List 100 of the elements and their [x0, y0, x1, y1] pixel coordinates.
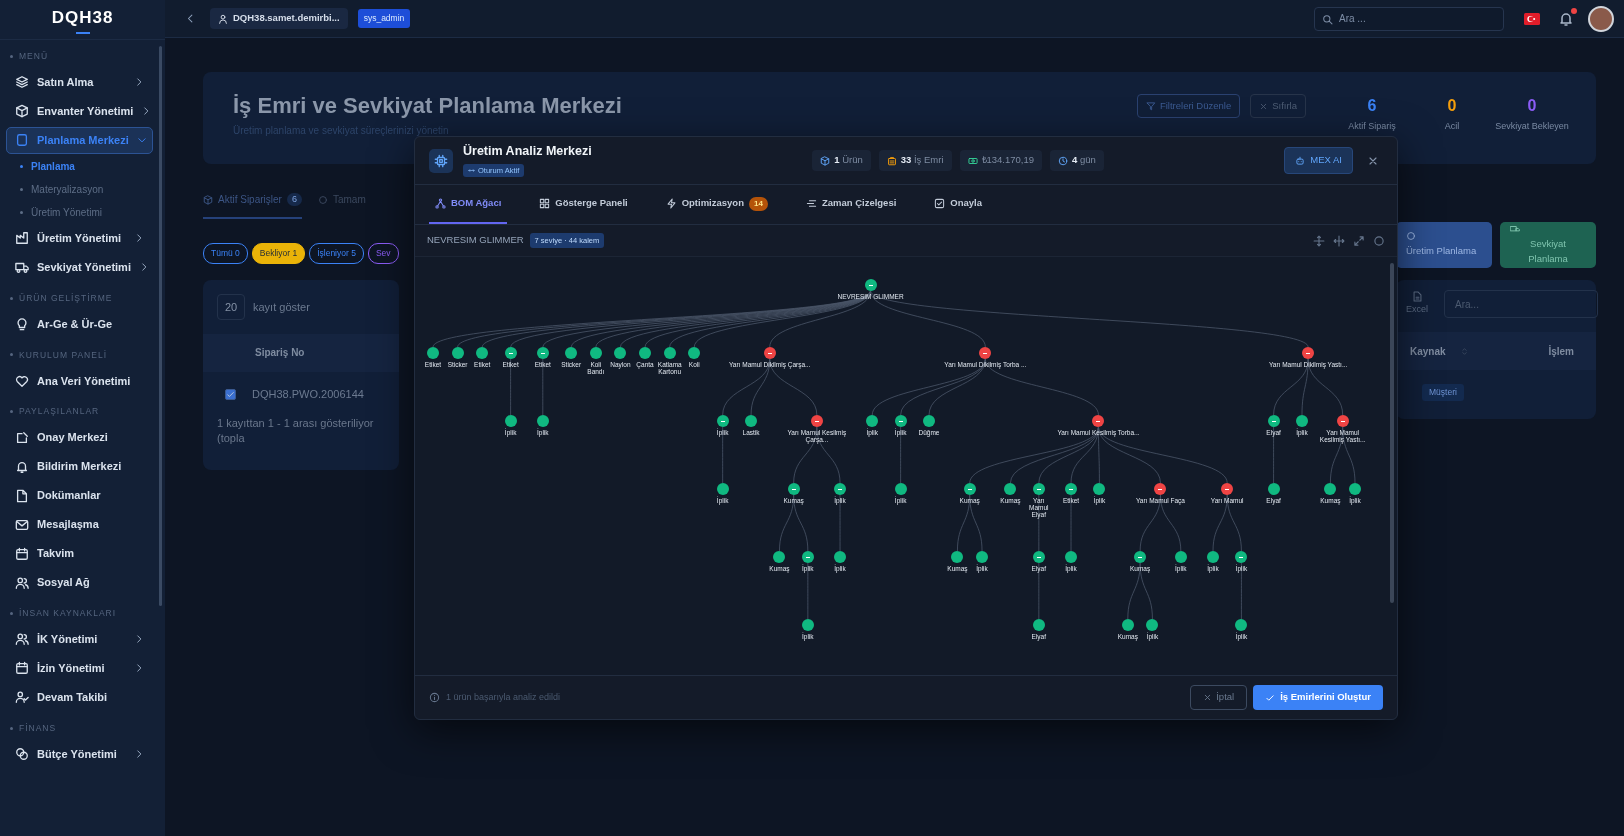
sidebar-item[interactable]: İK Yönetimi — [6, 625, 153, 653]
tree-node[interactable] — [1065, 483, 1077, 495]
sidebar-item[interactable]: Mesajlaşma — [6, 511, 153, 538]
edit-icon — [15, 430, 29, 445]
tree-node[interactable] — [589, 347, 602, 359]
tree-node[interactable] — [536, 415, 549, 427]
tree-node[interactable] — [979, 347, 992, 359]
layers-icon — [15, 75, 29, 90]
tree-node[interactable] — [1134, 551, 1147, 563]
search-field[interactable]: Ara... — [1444, 290, 1598, 318]
tree-node[interactable] — [427, 347, 439, 359]
tab[interactable]: Optimizasyon 14 — [659, 185, 774, 224]
tree-node[interactable] — [810, 415, 823, 427]
action-button[interactable]: Üretim Planlama — [1396, 222, 1492, 268]
tree-node[interactable] — [1093, 483, 1106, 495]
tree-node[interactable] — [1324, 483, 1337, 495]
tree-node[interactable] — [451, 347, 464, 359]
tree-node[interactable] — [1336, 415, 1349, 427]
create-button[interactable]: İş Emirlerini Oluştur — [1253, 685, 1383, 710]
coins-icon — [15, 747, 29, 761]
tree-node[interactable] — [1302, 347, 1315, 359]
tree-node[interactable] — [565, 347, 578, 359]
cancel-button[interactable]: İptal — [1190, 685, 1248, 710]
tree-node[interactable] — [951, 551, 964, 563]
sidebar-item[interactable]: Takvim — [6, 540, 153, 567]
flag-icon[interactable] — [1524, 12, 1540, 25]
tree-node[interactable] — [716, 483, 729, 495]
tree-node[interactable] — [1004, 483, 1017, 495]
tree-node[interactable] — [1032, 483, 1045, 495]
tree-node[interactable] — [834, 483, 847, 495]
sidebar-item[interactable]: İzin Yönetimi — [6, 654, 153, 682]
tab[interactable]: Zaman Çizelgesi — [799, 185, 903, 224]
sidebar-item[interactable]: Satın Alma — [6, 68, 153, 96]
tree-node[interactable] — [1296, 415, 1308, 427]
tree-node[interactable] — [1235, 551, 1248, 563]
count-badge: 14 — [748, 196, 768, 211]
tree-node[interactable] — [716, 415, 729, 427]
sidebar-item[interactable]: Envanter Yönetimi — [6, 97, 153, 125]
tree-node[interactable] — [1065, 551, 1077, 563]
sidebar-item[interactable]: Bütçe Yönetimi — [6, 740, 153, 768]
sidebar-item[interactable]: Üretim Yönetimi — [6, 224, 153, 252]
tab[interactable]: BOM Ağacı — [429, 185, 508, 224]
action-button[interactable]: Sevkiyat Planlama — [1500, 222, 1596, 268]
checkbox[interactable] — [225, 388, 236, 400]
filter-chip[interactable]: İşleniyor 5 — [309, 243, 364, 264]
tree-node[interactable] — [773, 551, 786, 563]
sidebar-item[interactable]: Onay Merkezi — [6, 424, 153, 451]
tree-node[interactable] — [763, 347, 776, 359]
tree-node[interactable] — [1092, 415, 1105, 427]
tree-node[interactable] — [963, 483, 976, 495]
search-field[interactable]: Ara ... — [1314, 6, 1504, 31]
avatar[interactable] — [1588, 5, 1614, 32]
tree-node[interactable] — [976, 551, 989, 563]
sidebar-item[interactable]: Sosyal Ağ — [6, 569, 153, 596]
filter-chip[interactable]: Sev — [367, 243, 399, 264]
ai-button[interactable]: MEX AI — [1284, 147, 1353, 174]
tree-node[interactable] — [1267, 415, 1280, 427]
tree-node[interactable] — [639, 347, 652, 359]
tree-node[interactable] — [1154, 483, 1167, 495]
tree-node[interactable] — [1032, 551, 1045, 563]
tab[interactable]: Gösterge Paneli — [533, 185, 634, 224]
tree-node[interactable] — [614, 347, 627, 359]
tree-node[interactable] — [801, 619, 814, 631]
tree-node[interactable] — [688, 347, 701, 359]
tree-node[interactable] — [894, 483, 907, 495]
tree-node[interactable] — [1349, 483, 1361, 495]
tree-node[interactable] — [745, 415, 758, 427]
tree-node[interactable] — [787, 483, 800, 495]
sidebar-item[interactable]: Ana Veri Yönetimi — [6, 367, 153, 395]
tree-node[interactable] — [801, 551, 814, 563]
submenu-item[interactable]: Planlama — [0, 154, 165, 178]
sidebar-item[interactable]: Devam Takibi — [6, 683, 153, 711]
tree-node[interactable] — [663, 347, 676, 359]
tree-node[interactable] — [834, 551, 847, 563]
filter-chip[interactable]: Tümü 0 — [203, 243, 248, 264]
tree-node[interactable] — [536, 347, 549, 359]
tab[interactable]: Onayla — [928, 185, 988, 224]
tree-node[interactable] — [504, 347, 517, 359]
tree-node[interactable] — [1221, 483, 1234, 495]
tree-node[interactable] — [864, 279, 877, 291]
filter-chip[interactable]: Bekliyor 1 — [251, 243, 306, 264]
tree-node[interactable] — [476, 347, 489, 359]
tree-node[interactable] — [1267, 483, 1280, 495]
sidebar-item[interactable]: Ar-Ge & Ür-Ge — [6, 310, 153, 338]
tree-node[interactable] — [504, 415, 517, 427]
page-size-field[interactable]: 20 — [217, 293, 245, 320]
tree-node[interactable] — [1235, 619, 1248, 631]
tree-node[interactable] — [1174, 551, 1187, 563]
sidebar-item[interactable]: Bildirim Merkezi — [6, 453, 153, 480]
tab[interactable]: Aktif Siparişler 6 — [203, 192, 302, 219]
tree-node[interactable] — [894, 415, 907, 427]
tree-node[interactable] — [1121, 619, 1134, 631]
tree-node[interactable] — [1032, 619, 1045, 631]
sidebar-item[interactable]: Sevkiyat Yönetimi — [6, 253, 153, 281]
tree-node[interactable] — [866, 415, 879, 427]
tree-node[interactable] — [1207, 551, 1219, 563]
user-chip[interactable]: DQH38.samet.demirbi... — [210, 8, 348, 29]
tree-node[interactable] — [923, 415, 935, 427]
tree-node[interactable] — [1146, 619, 1159, 631]
sidebar-item[interactable]: Dokümanlar — [6, 482, 153, 509]
